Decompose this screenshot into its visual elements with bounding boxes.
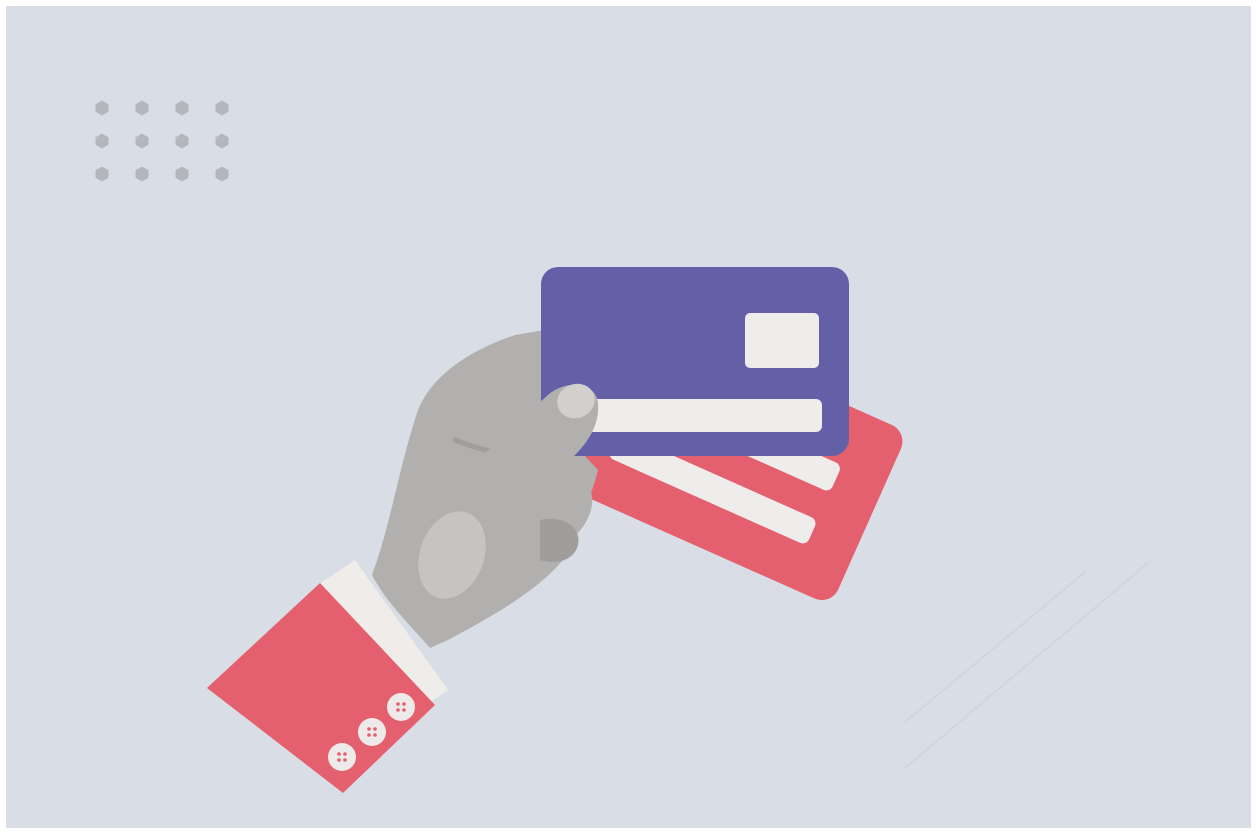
cuff-button-3 [328, 743, 356, 771]
front-card-chip [745, 313, 819, 368]
cuff-button-2 [358, 718, 386, 746]
cuff-button-1 [387, 693, 415, 721]
illustration-scene [0, 0, 1257, 834]
hand-holding-cards-illustration [0, 0, 1257, 834]
front-card-stripe [576, 399, 822, 432]
